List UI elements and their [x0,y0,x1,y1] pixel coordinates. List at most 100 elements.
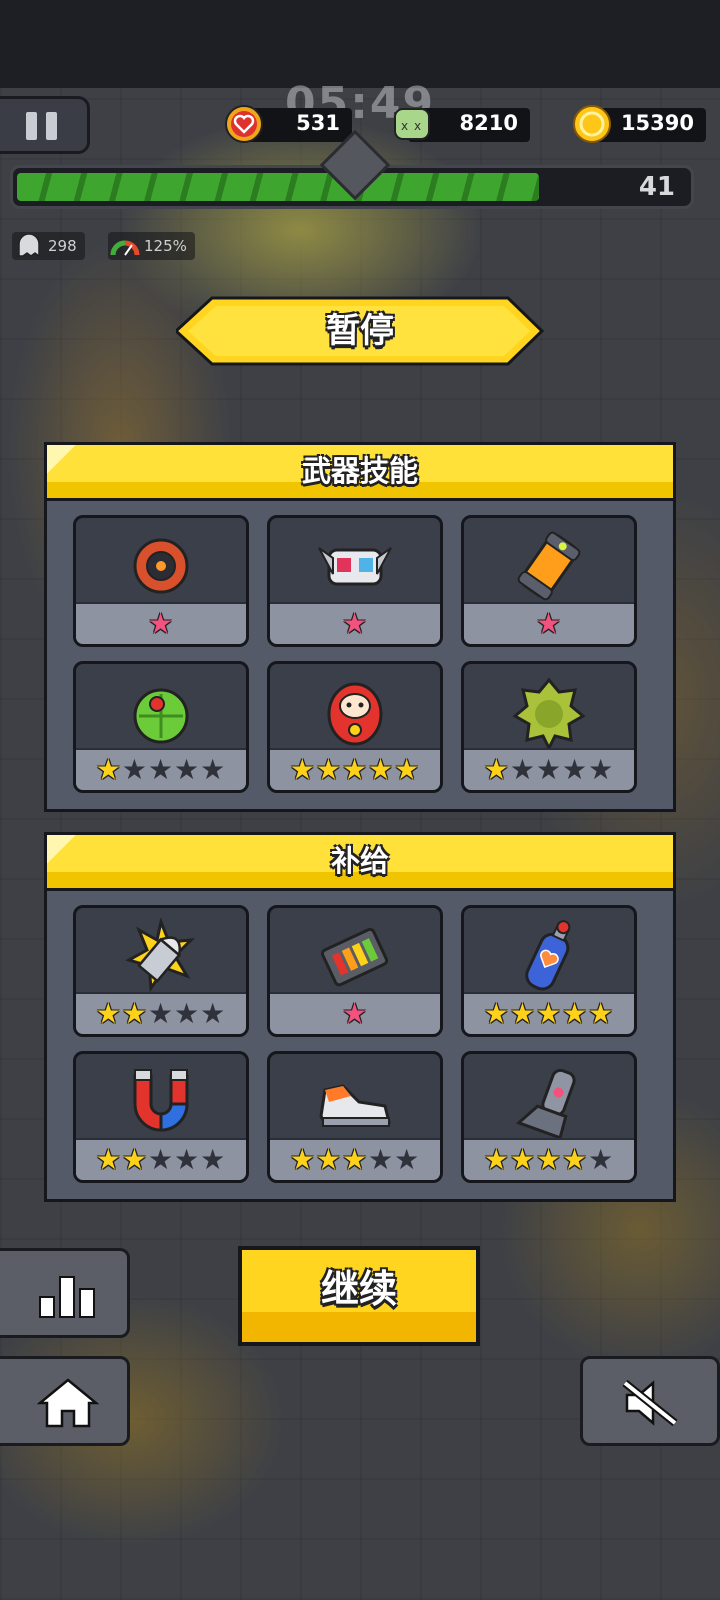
star-rating: ★★★★★ [76,754,246,786]
speed-gauge: 125% [108,232,195,260]
weapon-slot[interactable]: ★★★★★ [461,661,637,793]
star-icon: ★ [394,753,421,786]
pause-button[interactable] [0,96,90,154]
weapon-slot[interactable]: ★ [73,515,249,647]
star-icon: ★ [174,1143,201,1176]
star-icon: ★ [289,753,316,786]
oxygen-tank-icon [525,920,571,991]
home-button[interactable] [0,1356,130,1446]
gauge-icon [110,240,140,256]
star-icon: ★ [588,753,615,786]
weapon-slot[interactable]: ★ [267,515,443,647]
mute-button[interactable] [580,1356,720,1446]
kills-value: 8210 [459,111,518,135]
magnet-icon [133,1069,189,1132]
stats-button[interactable] [0,1248,130,1338]
star-icon: ★ [535,753,563,786]
pause-title: 暂停 [326,311,394,351]
star-icon: ★ [315,753,342,786]
star-icon: ★ [535,997,563,1030]
coins-counter: 15390 [573,105,706,143]
star-icon: ★ [483,753,510,786]
kills-counter: x x 8210 [394,108,530,142]
star-rating: ★ [270,608,440,640]
flame-wheel-icon [133,538,189,594]
star-icon: ★ [562,753,589,786]
star-icon: ★ [394,1143,421,1176]
star-icon: ★ [341,753,369,786]
star-icon: ★ [588,997,615,1030]
durian-icon [512,677,586,750]
battery-icon [320,927,389,987]
star-icon: ★ [200,753,227,786]
star-icon: ★ [174,753,201,786]
supply-slot[interactable]: ★★★★★ [73,1051,249,1183]
star-icon: ★ [200,997,227,1030]
star-rating: ★ [270,998,440,1030]
star-icon: ★ [483,1143,510,1176]
continue-label: 继续 [320,1267,397,1311]
star-icon: ★ [147,607,175,640]
star-icon: ★ [95,753,122,786]
star-icon: ★ [509,753,536,786]
star-icon: ★ [95,997,122,1030]
weapon-slot[interactable]: ★★★★★ [267,661,443,793]
pause-title-banner: 暂停 [176,296,544,366]
sneaker-icon [319,1084,391,1127]
bar-chart-icon [39,1276,95,1318]
supplies-panel: 补给 ★★★★★ ★ ★★★★★ ★★★★★ ★★★★★ ★★★★★ [44,832,676,1202]
heart-icon [225,105,263,143]
star-icon: ★ [174,997,201,1030]
star-icon: ★ [483,997,510,1030]
hearts-counter: 531 [225,105,352,143]
star-icon: ★ [147,753,175,786]
supply-slot[interactable]: ★★★★★ [73,905,249,1037]
star-icon: ★ [121,1143,148,1176]
star-icon: ★ [289,1143,316,1176]
star-icon: ★ [535,607,563,640]
star-icon: ★ [341,1143,369,1176]
star-icon: ★ [588,1143,615,1176]
svg-text:x: x [401,119,408,133]
star-rating: ★ [76,608,246,640]
home-icon [37,1378,99,1428]
star-icon: ★ [341,607,369,640]
star-icon: ★ [368,1143,395,1176]
star-rating: ★★★★★ [270,1144,440,1176]
status-bar-area [0,0,720,88]
supplies-title: 补给 [330,844,389,878]
armor-leg-icon [515,1068,576,1140]
supply-slot[interactable]: ★ [267,905,443,1037]
supply-slot[interactable]: ★★★★★ [461,905,637,1037]
player-level: 41 [638,172,675,202]
hearts-value: 531 [296,111,340,135]
ghost-icon [18,234,40,258]
star-icon: ★ [147,997,175,1030]
green-disc-icon [133,688,189,744]
weapon-slot[interactable]: ★ [461,515,637,647]
svg-text:x: x [414,119,421,133]
star-icon: ★ [368,753,395,786]
star-icon: ★ [315,1143,342,1176]
weapon-slot[interactable]: ★★★★★ [73,661,249,793]
weapons-panel-header: 武器技能 [47,445,673,501]
star-icon: ★ [200,1143,227,1176]
supply-slot[interactable]: ★★★★★ [267,1051,443,1183]
star-icon: ★ [121,997,148,1030]
star-icon: ★ [341,997,369,1030]
enemy-count: 298 [12,232,85,260]
bullet-icon [125,918,195,993]
star-icon: ★ [509,1143,536,1176]
supply-slot[interactable]: ★★★★★ [461,1051,637,1183]
pause-icon [26,112,37,140]
star-icon: ★ [121,753,148,786]
star-icon: ★ [562,1143,589,1176]
star-rating: ★★★★★ [270,754,440,786]
pause-icon-bar [46,112,57,140]
weapons-panel: 武器技能 ★ ★ ★ ★★★★★ ★★★★★ ★★★★★ [44,442,676,812]
enemy-count-value: 298 [48,237,77,255]
speed-value: 125% [144,237,187,255]
continue-button[interactable]: 继续 [238,1246,480,1346]
star-icon: ★ [562,997,589,1030]
star-rating: ★★★★★ [464,754,634,786]
